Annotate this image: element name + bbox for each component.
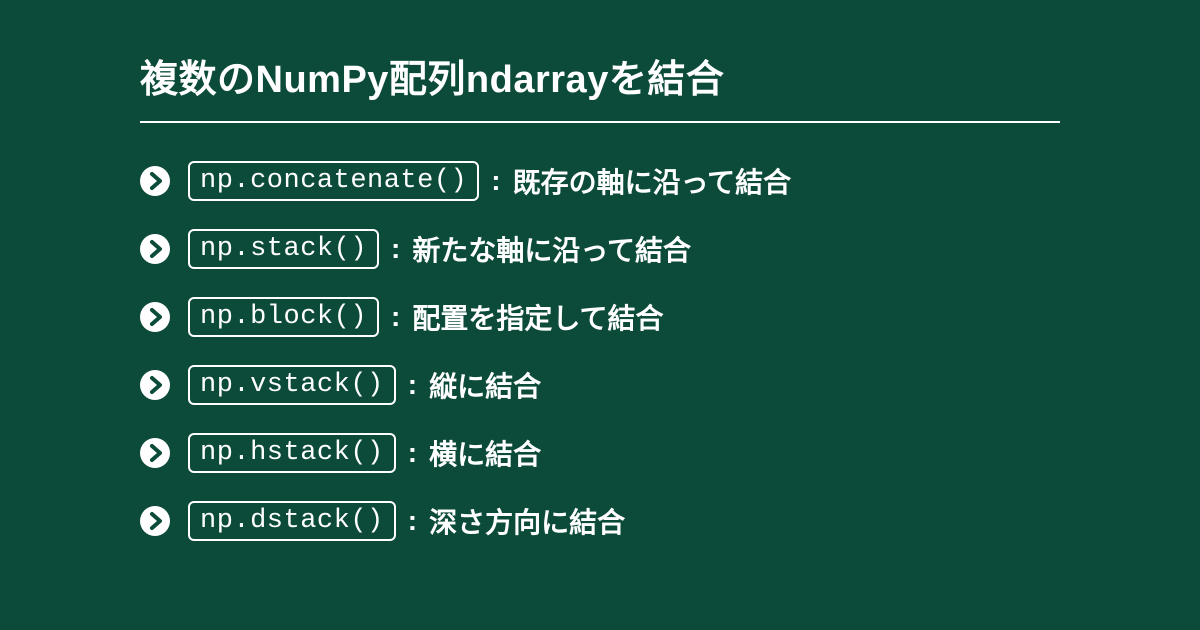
- code-label: np.block(): [188, 297, 379, 337]
- separator: :: [391, 233, 400, 265]
- chevron-right-circle-icon: [140, 234, 170, 264]
- code-label: np.stack(): [188, 229, 379, 269]
- code-label: np.hstack(): [188, 433, 396, 473]
- separator: :: [408, 437, 417, 469]
- list-item: np.vstack() : 縦に結合: [140, 365, 1060, 405]
- description: 配置を指定して結合: [412, 297, 663, 337]
- list-item: np.hstack() : 横に結合: [140, 433, 1060, 473]
- separator: :: [391, 301, 400, 333]
- description: 横に結合: [429, 433, 541, 473]
- list-item: np.dstack() : 深さ方向に結合: [140, 501, 1060, 541]
- chevron-right-circle-icon: [140, 166, 170, 196]
- list-item: np.concatenate() : 既存の軸に沿って結合: [140, 161, 1060, 201]
- chevron-right-circle-icon: [140, 438, 170, 468]
- description: 既存の軸に沿って結合: [513, 161, 792, 201]
- list-item: np.block() : 配置を指定して結合: [140, 297, 1060, 337]
- function-list: np.concatenate() : 既存の軸に沿って結合 np.stack()…: [140, 161, 1060, 541]
- separator: :: [408, 369, 417, 401]
- code-label: np.concatenate(): [188, 161, 479, 201]
- chevron-right-circle-icon: [140, 506, 170, 536]
- chevron-right-circle-icon: [140, 302, 170, 332]
- code-label: np.dstack(): [188, 501, 396, 541]
- chevron-right-circle-icon: [140, 370, 170, 400]
- description: 深さ方向に結合: [429, 501, 625, 541]
- separator: :: [408, 505, 417, 537]
- separator: :: [491, 165, 500, 197]
- description: 縦に結合: [429, 365, 541, 405]
- page-title: 複数のNumPy配列ndarrayを結合: [140, 48, 1060, 123]
- list-item: np.stack() : 新たな軸に沿って結合: [140, 229, 1060, 269]
- description: 新たな軸に沿って結合: [412, 229, 691, 269]
- code-label: np.vstack(): [188, 365, 396, 405]
